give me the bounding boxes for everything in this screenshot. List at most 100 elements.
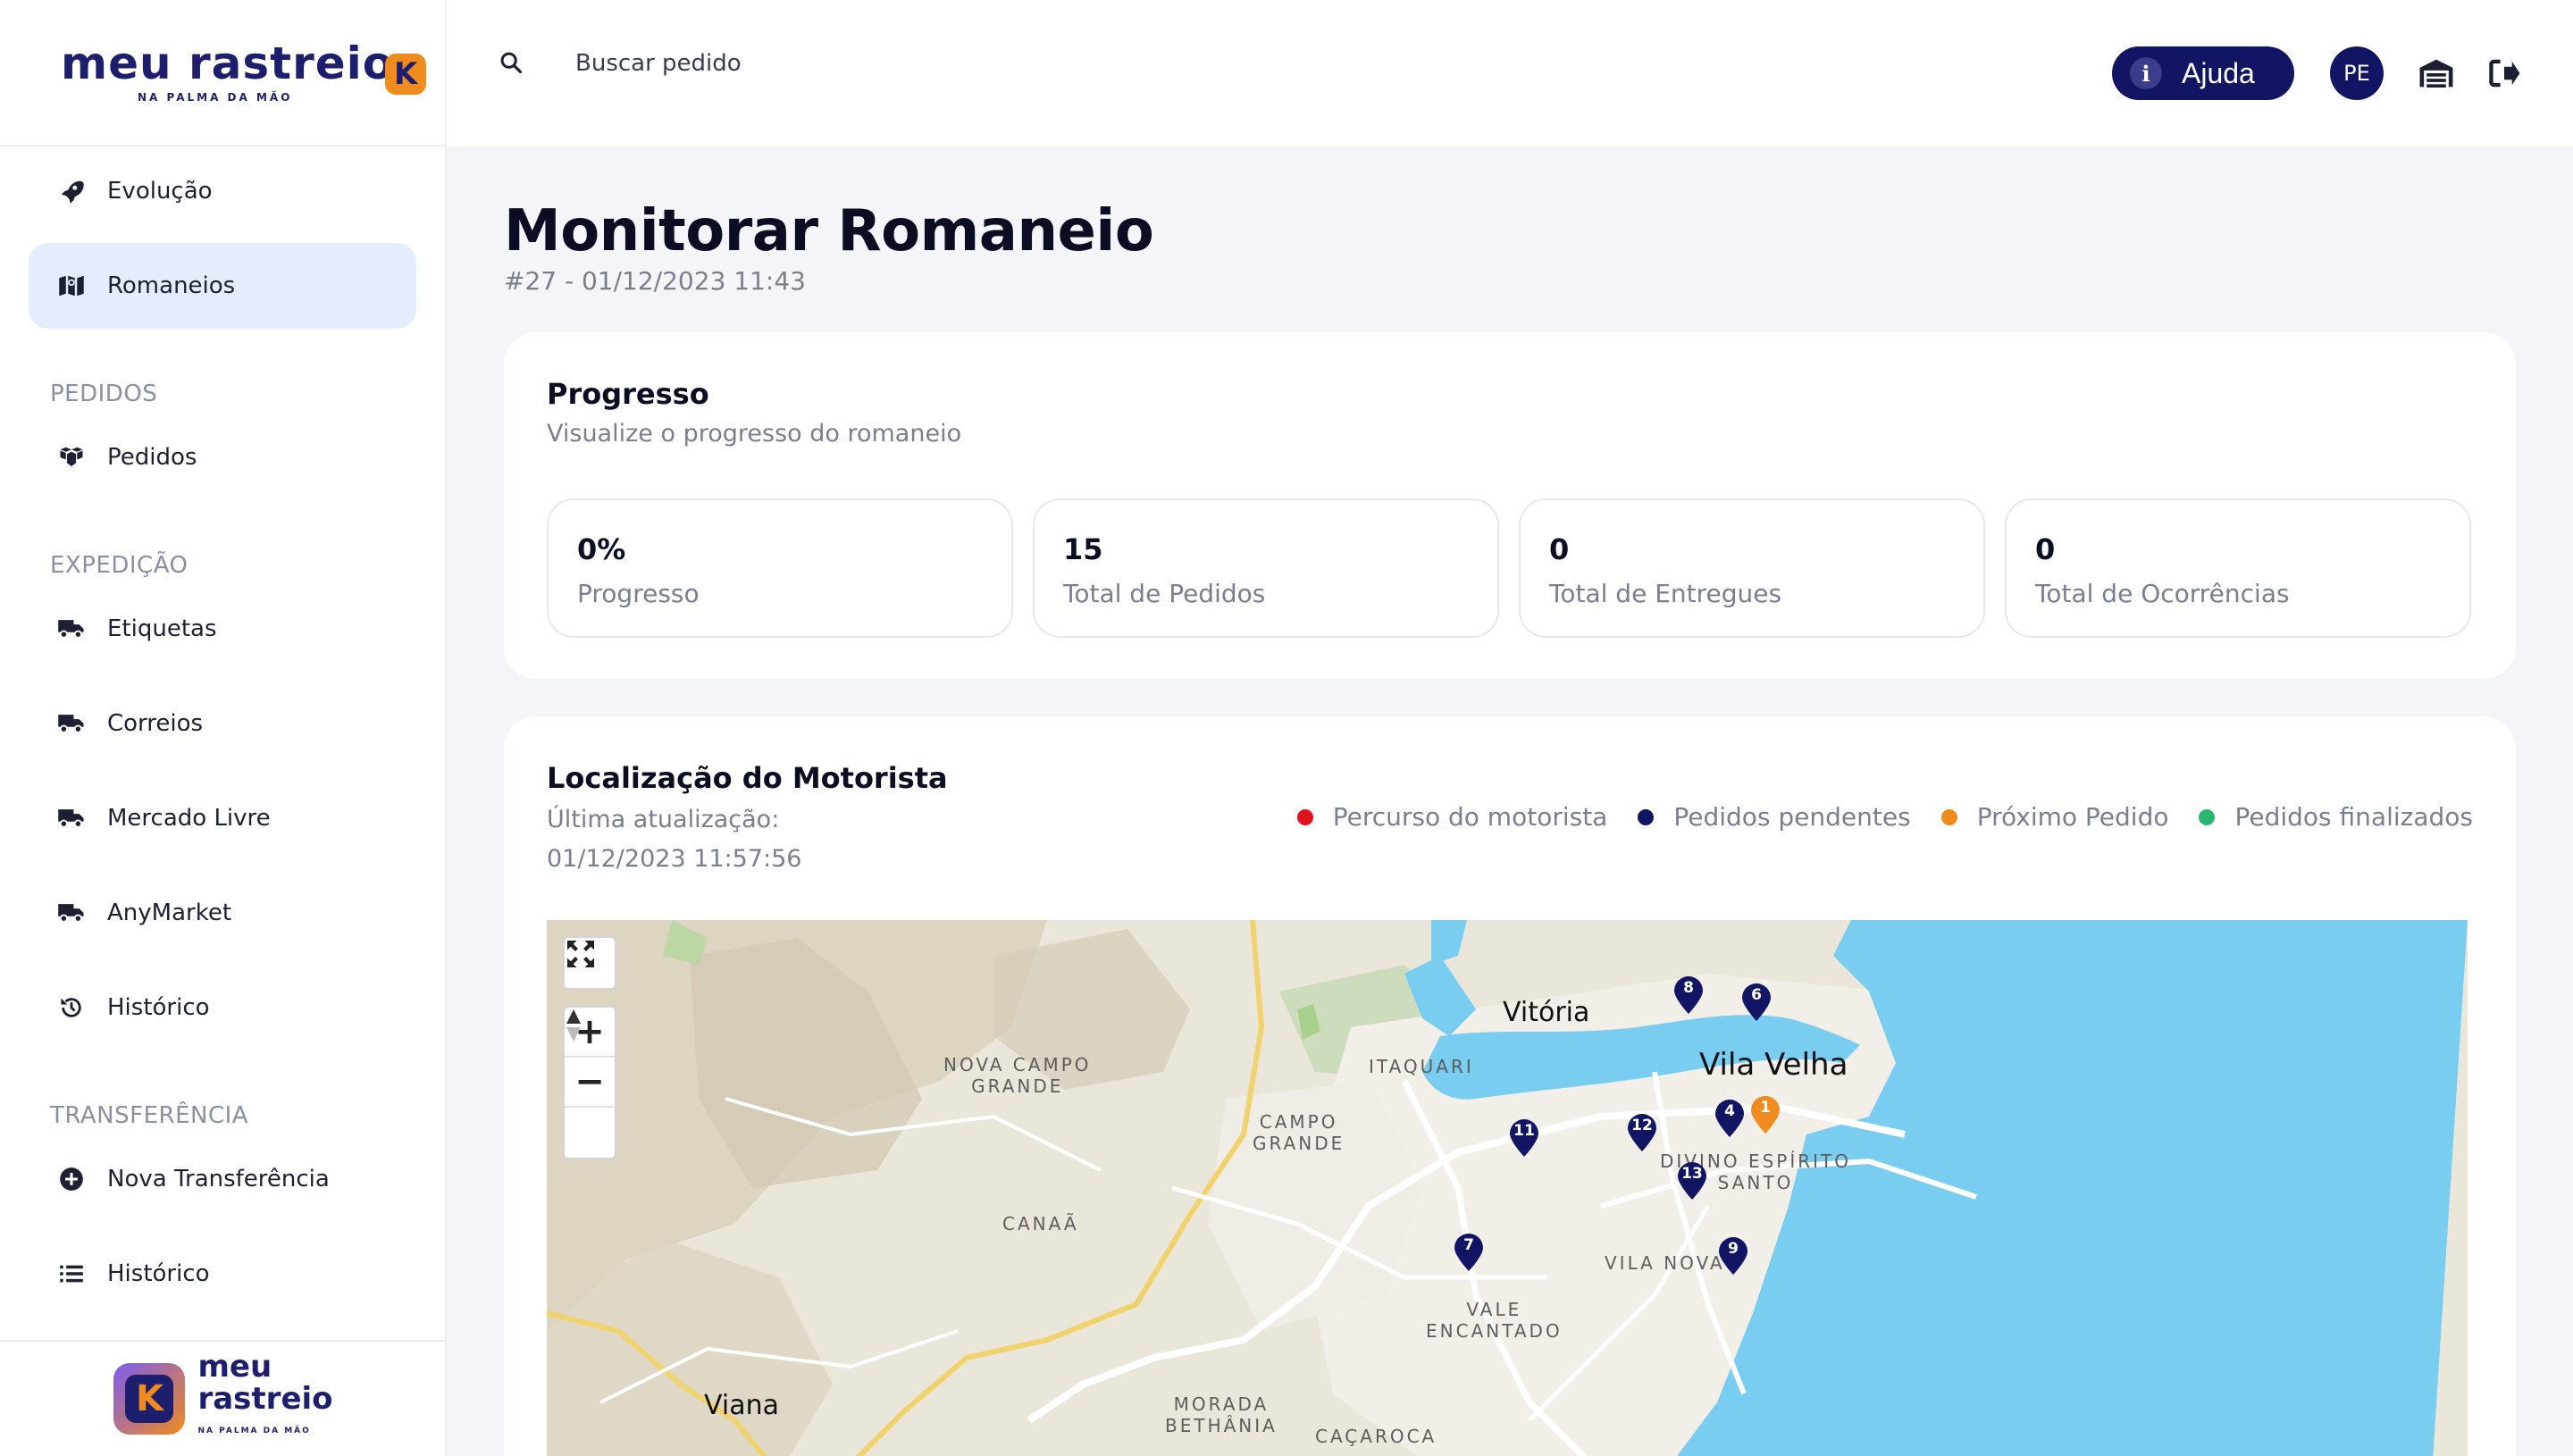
- bottom-logo: K meu rastreio NA PALMA DA MÃO: [113, 1351, 333, 1447]
- sidebar-nav: Evolução Romaneios PEDIDOS Pedidos EXPED…: [0, 148, 445, 1317]
- sidebar-item-mercado-livre[interactable]: Mercado Livre: [29, 775, 416, 861]
- progress-description: Visualize o progresso do romaneio: [547, 420, 962, 448]
- warehouse-icon[interactable]: [2418, 55, 2455, 91]
- order-pin-number: 13: [1681, 1165, 1703, 1183]
- list-icon: [55, 1258, 88, 1290]
- place-label: CANAÃ: [1002, 1213, 1079, 1234]
- order-pin-number: 6: [1751, 986, 1762, 1004]
- legend-label: Pedidos pendentes: [1673, 802, 1911, 832]
- last-update-label: Última atualização:: [547, 806, 780, 833]
- stat-total-entregues: 0 Total de Entregues: [1519, 498, 1985, 638]
- place-label: MORADA BETHÂNIA: [1165, 1393, 1278, 1436]
- truck-icon: [55, 707, 88, 740]
- logout-icon[interactable]: [2485, 55, 2523, 91]
- stat-label: Total de Ocorrências: [2035, 579, 2290, 608]
- driver-location-card: Localização do Motorista Última atualiza…: [504, 716, 2516, 1456]
- bottom-logo-words: meu rastreio NA PALMA DA MÃO: [197, 1351, 332, 1447]
- order-pin[interactable]: 9: [1717, 1236, 1749, 1276]
- legend-item-finalizados: Pedidos finalizados: [2199, 802, 2473, 832]
- stat-value: 15: [1063, 532, 1103, 566]
- top-header: i Ajuda PE: [447, 0, 2573, 146]
- legend-item-proximo: Próximo Pedido: [1940, 802, 2169, 832]
- sidebar-item-historico-expedicao[interactable]: Histórico: [29, 965, 416, 1050]
- brand-logo[interactable]: meu rastreio NA PALMA DA MÃO K: [0, 0, 445, 146]
- stat-label: Total de Entregues: [1549, 579, 1782, 608]
- progress-title: Progresso: [547, 377, 709, 411]
- progress-card: Progresso Visualize o progresso do roman…: [504, 332, 2516, 679]
- order-pin-number: 1: [1760, 1099, 1771, 1117]
- sidebar-item-romaneios[interactable]: Romaneios: [29, 243, 416, 329]
- order-pin-number: 9: [1728, 1240, 1739, 1258]
- bottom-logo-word-1: meu: [197, 1349, 272, 1385]
- driver-map[interactable]: + − Vitória Vila Velha NOVA CAMPO GRANDE…: [547, 920, 2468, 1456]
- sidebar: meu rastreio NA PALMA DA MÃO K Evolução …: [0, 0, 447, 1456]
- truck-icon: [55, 613, 88, 645]
- legend-item-pendentes: Pedidos pendentes: [1638, 802, 1911, 832]
- boxes-icon: [55, 441, 88, 473]
- place-label: NOVA CAMPO GRANDE: [943, 1054, 1092, 1097]
- sidebar-item-evolucao[interactable]: Evolução: [29, 148, 416, 234]
- sidebar-item-anymarket[interactable]: AnyMarket: [29, 870, 416, 956]
- zoom-out-button[interactable]: −: [565, 1058, 615, 1108]
- order-pin[interactable]: 4: [1714, 1099, 1746, 1138]
- place-label: Vitória: [1503, 997, 1590, 1028]
- order-pin[interactable]: 13: [1676, 1161, 1708, 1201]
- place-label: VALE ENCANTADO: [1426, 1299, 1563, 1342]
- order-pin[interactable]: 12: [1626, 1113, 1658, 1152]
- order-pin-number: 7: [1463, 1236, 1474, 1254]
- sidebar-item-label: Evolução: [107, 178, 213, 205]
- bottom-logo-word-2: rastreio: [197, 1381, 333, 1417]
- place-label: VILA NOVA: [1605, 1252, 1725, 1274]
- section-expedicao-title: EXPEDIÇÃO: [50, 552, 189, 579]
- search-icon[interactable]: [499, 50, 525, 77]
- sidebar-item-label: Romaneios: [107, 272, 236, 299]
- plus-circle-icon: [55, 1163, 88, 1195]
- order-pin-number: 12: [1631, 1117, 1653, 1134]
- map-zoom-controls: + −: [563, 1006, 616, 1159]
- compass-icon[interactable]: [565, 1009, 615, 1158]
- sidebar-item-label: Mercado Livre: [107, 805, 271, 832]
- sidebar-item-label: Histórico: [107, 1260, 210, 1287]
- help-button[interactable]: i Ajuda: [2112, 46, 2294, 100]
- sidebar-item-correios[interactable]: Correios: [29, 681, 416, 766]
- sidebar-item-label: Nova Transferência: [107, 1166, 330, 1192]
- logo-word: meu rastreio: [61, 38, 395, 89]
- stat-value: 0: [1549, 532, 1570, 566]
- avatar[interactable]: PE: [2330, 46, 2384, 100]
- logo-tagline: NA PALMA DA MÃO: [138, 91, 293, 104]
- order-pin[interactable]: 6: [1740, 983, 1773, 1022]
- legend-label: Pedidos finalizados: [2234, 802, 2473, 832]
- sidebar-item-etiquetas[interactable]: Etiquetas: [29, 586, 416, 672]
- logo-k-icon: K: [385, 54, 427, 95]
- order-pin[interactable]: 8: [1672, 975, 1705, 1015]
- map-fullscreen-control: [563, 936, 616, 990]
- sidebar-item-pedidos[interactable]: Pedidos: [29, 414, 416, 500]
- sidebar-item-historico-transferencia[interactable]: Histórico: [29, 1231, 416, 1317]
- history-icon: [55, 992, 88, 1024]
- stat-progress: 0% Progresso: [547, 498, 1013, 638]
- order-pin-number: 8: [1683, 979, 1694, 997]
- truck-icon: [55, 802, 88, 834]
- search-input[interactable]: [575, 50, 1022, 77]
- stat-total-pedidos: 15 Total de Pedidos: [1033, 498, 1499, 638]
- legend-item-percurso: Percurso do motorista: [1296, 802, 1608, 832]
- legend-label: Percurso do motorista: [1332, 802, 1608, 832]
- map-icon: [55, 270, 88, 302]
- sidebar-item-nova-transferencia[interactable]: Nova Transferência: [29, 1136, 416, 1222]
- logo-wordmark: meu rastreio NA PALMA DA MÃO K: [61, 38, 427, 104]
- map-legend: Percurso do motorista Pedidos pendentes …: [1267, 802, 2473, 832]
- section-pedidos-title: PEDIDOS: [50, 381, 158, 407]
- bottom-logo-badge-icon: K: [113, 1363, 186, 1435]
- last-update-value: 01/12/2023 11:57:56: [547, 845, 802, 873]
- order-pin[interactable]: 11: [1508, 1118, 1540, 1158]
- next-order-pin[interactable]: 1: [1749, 1095, 1781, 1134]
- legend-label: Próximo Pedido: [1976, 802, 2169, 832]
- legend-dot-orange: [1940, 808, 1957, 825]
- order-pin-number: 4: [1724, 1102, 1735, 1120]
- expand-icon[interactable]: [565, 938, 615, 988]
- place-label: CAMPO GRANDE: [1253, 1111, 1345, 1154]
- order-pin[interactable]: 7: [1453, 1233, 1485, 1272]
- search-bar: [499, 50, 1022, 77]
- stat-label: Total de Pedidos: [1063, 579, 1266, 608]
- bottom-logo-tagline: NA PALMA DA MÃO: [197, 1427, 311, 1435]
